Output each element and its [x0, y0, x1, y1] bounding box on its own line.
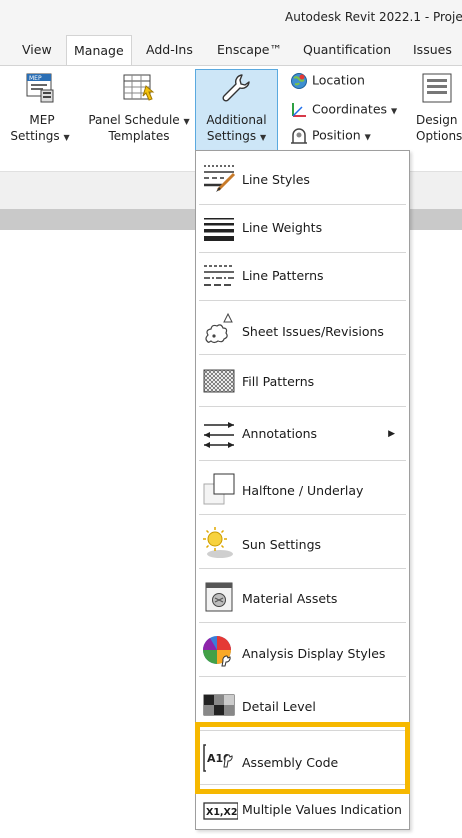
mep-settings-label-1: MEP	[29, 113, 55, 127]
line-styles-icon	[204, 165, 236, 192]
design-options-icon	[422, 73, 452, 103]
mep-settings-label-2: Settings	[10, 129, 60, 143]
menu-item-detail-level[interactable]: Detail Level	[196, 683, 409, 727]
menu-item-label: Annotations	[242, 426, 318, 441]
location-button[interactable]: Location	[290, 72, 365, 90]
menu-separator	[199, 354, 406, 355]
analysis-display-icon	[203, 636, 231, 667]
menu-item-label: Fill Patterns	[242, 374, 315, 389]
design-options-label-2: Options	[416, 129, 462, 143]
tab-view[interactable]: View	[22, 42, 52, 57]
additional-settings-content: Additional Settings ▼	[195, 72, 278, 152]
menu-item-label: Halftone / Underlay	[242, 483, 364, 498]
chevron-down-icon: ▼	[391, 106, 398, 116]
panel-schedule-icon	[123, 74, 155, 101]
tab-manage[interactable]: Manage	[66, 35, 132, 65]
menu-item-label: Analysis Display Styles	[242, 646, 386, 661]
menu-item-label: Line Styles	[242, 172, 310, 187]
tab-add-ins[interactable]: Add-Ins	[146, 42, 193, 57]
chevron-down-icon: ▼	[63, 133, 70, 142]
additional-settings-label-1: Additional	[206, 113, 267, 127]
panel-schedule-templates-button[interactable]: Panel Schedule ▼ Templates	[84, 72, 194, 152]
menu-separator	[199, 568, 406, 569]
multi-icon-text: X1,X2	[206, 807, 237, 818]
halftone-icon	[203, 473, 235, 505]
fill-patterns-icon	[203, 369, 235, 393]
window-title: Autodesk Revit 2022.1 - Proje	[285, 10, 462, 24]
menu-separator	[199, 622, 406, 623]
tab-enscape[interactable]: Enscape™	[217, 42, 282, 57]
location-label: Location	[312, 72, 365, 88]
menu-item-label: Line Patterns	[242, 268, 324, 283]
menu-separator	[199, 514, 406, 515]
chevron-right-icon: ▶	[388, 429, 395, 439]
ribbon-tabs: View Manage Add-Ins Enscape™ Quantificat…	[0, 35, 462, 65]
menu-item-line-weights[interactable]: Line Weights	[196, 207, 409, 251]
multiple-values-icon: X1,X2	[203, 802, 238, 820]
additional-settings-label-2: Settings	[206, 129, 257, 143]
chevron-down-icon: ▼	[183, 117, 190, 126]
menu-item-label: Multiple Values Indication	[242, 802, 402, 817]
panel-schedule-label-2: Templates	[108, 129, 170, 143]
menu-separator	[199, 300, 406, 301]
position-icon	[291, 128, 307, 144]
mep-settings-label-2-wrap: Settings ▼	[0, 128, 80, 146]
coordinates-label: Coordinates	[312, 101, 388, 117]
menu-item-line-patterns[interactable]: Line Patterns	[196, 255, 409, 299]
menu-item-label: Sun Settings	[242, 537, 322, 552]
material-assets-icon	[205, 582, 233, 612]
menu-item-label: Detail Level	[242, 699, 316, 714]
menu-separator	[199, 676, 406, 677]
menu-item-label: Line Weights	[242, 220, 323, 235]
menu-item-multiple-values-indication[interactable]: X1,X2 Multiple Values Indication	[196, 789, 409, 833]
globe-pin-icon	[291, 73, 307, 89]
annotations-icon	[204, 422, 234, 448]
additional-settings-label-2-wrap: Settings ▼	[195, 128, 278, 146]
menu-item-fill-patterns[interactable]: Fill Patterns	[196, 359, 409, 403]
menu-item-line-styles[interactable]: Line Styles	[196, 155, 409, 199]
panel-schedule-label-1: Panel Schedule	[88, 113, 180, 127]
menu-item-analysis-display-styles[interactable]: Analysis Display Styles	[196, 629, 409, 673]
line-patterns-icon	[204, 265, 234, 286]
design-options-button[interactable]: Design Options	[414, 72, 462, 152]
detail-level-icon	[203, 694, 235, 716]
mep-settings-icon: MEP	[26, 73, 54, 103]
position-button[interactable]: Position ▼	[290, 127, 371, 145]
menu-item-label: Material Assets	[242, 591, 338, 606]
menu-separator	[199, 460, 406, 461]
mep-settings-button[interactable]: MEP MEP Settings ▼	[10, 72, 70, 152]
chevron-down-icon: ▼	[259, 133, 267, 142]
menu-item-halftone-underlay[interactable]: Halftone / Underlay	[196, 467, 409, 511]
menu-separator	[199, 252, 406, 253]
revision-cloud-icon	[205, 312, 233, 344]
menu-item-label: Sheet Issues/Revisions	[242, 324, 384, 339]
title-bar: Autodesk Revit 2022.1 - Proje	[0, 0, 462, 35]
menu-separator	[199, 204, 406, 205]
position-label: Position	[312, 127, 361, 143]
menu-item-annotations[interactable]: Annotations ▶	[196, 413, 409, 457]
chevron-down-icon: ▼	[364, 132, 371, 142]
menu-item-sheet-issues-revisions[interactable]: Sheet Issues/Revisions	[196, 307, 409, 351]
coordinates-icon	[292, 103, 306, 117]
sun-icon	[203, 527, 233, 558]
design-options-label-1: Design	[416, 113, 458, 127]
wrench-icon	[222, 74, 250, 102]
tab-issues[interactable]: Issues	[413, 42, 452, 57]
line-weights-icon	[204, 218, 234, 241]
coordinates-button[interactable]: Coordinates ▼	[290, 101, 397, 119]
assembly-code-highlight	[195, 722, 410, 794]
tab-quantification[interactable]: Quantification	[303, 42, 391, 57]
menu-item-material-assets[interactable]: Material Assets	[196, 575, 409, 619]
menu-separator	[199, 406, 406, 407]
menu-item-sun-settings[interactable]: Sun Settings	[196, 521, 409, 565]
svg-text:MEP: MEP	[29, 75, 42, 82]
